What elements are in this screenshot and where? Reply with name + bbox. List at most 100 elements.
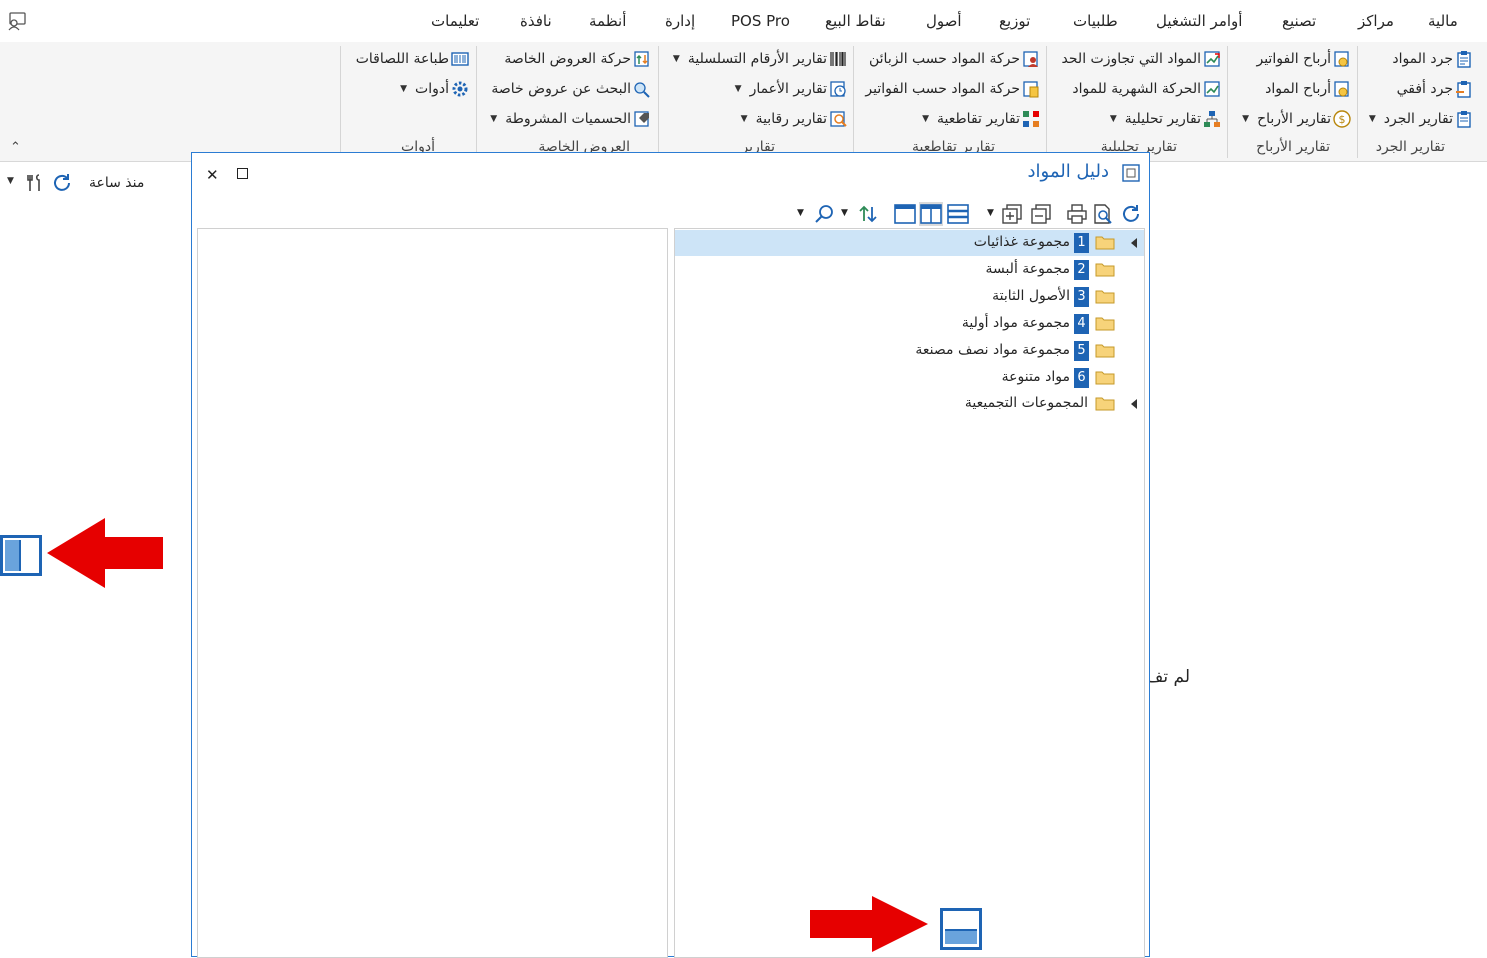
layout-single-icon[interactable]: [893, 202, 917, 226]
menu-help[interactable]: تعليمات: [431, 12, 479, 30]
group-divider: [853, 46, 854, 158]
chevron-down-icon[interactable]: ▼: [841, 208, 848, 218]
serial-reports-label: تقارير الأرقام التسلسلية: [687, 51, 827, 67]
detail-pane[interactable]: [197, 228, 668, 958]
red-arrow-right: [810, 896, 928, 952]
search-offers-icon: [633, 80, 651, 98]
movement-by-customers-label: حركة المواد حسب الزبائن: [869, 51, 1020, 67]
special-offers-movement-label: حركة العروض الخاصة: [504, 51, 631, 67]
print-icon[interactable]: [1065, 202, 1089, 226]
feedback-icon[interactable]: [7, 11, 27, 31]
chevron-down-icon[interactable]: ▼: [797, 208, 804, 218]
tree-row[interactable]: 3 الأصول الثابتة: [675, 284, 1144, 310]
print-preview-icon[interactable]: [1091, 202, 1115, 226]
special-offers-movement-button[interactable]: حركة العروض الخاصة: [504, 48, 651, 70]
menu-assets[interactable]: أصول: [926, 12, 962, 30]
menu-pos-pro[interactable]: POS Pro: [731, 12, 790, 30]
refresh-icon[interactable]: [51, 172, 73, 194]
tree-row[interactable]: 5 مجموعة مواد نصف مصنعة: [675, 338, 1144, 364]
caret-icon[interactable]: [1131, 399, 1137, 409]
dollar-icon: $: [1333, 110, 1351, 128]
group-divider: [340, 46, 341, 158]
chart-icon: [1203, 80, 1221, 98]
chevron-down-icon[interactable]: ▼: [987, 208, 994, 218]
menu-window[interactable]: نافذة: [520, 12, 552, 30]
horizontal-inventory-button[interactable]: جرد أفقي: [1397, 78, 1473, 100]
tree-row[interactable]: 1 مجموعة غذائيات: [675, 230, 1144, 256]
inventory-materials-button[interactable]: جرد المواد: [1392, 48, 1473, 70]
search-icon[interactable]: [812, 202, 836, 226]
tree-item-label: مجموعة غذائيات: [973, 234, 1070, 250]
folder-icon: [1095, 235, 1115, 250]
sort-icon[interactable]: [856, 202, 880, 226]
invoice-report-icon: [1022, 80, 1040, 98]
profit-reports-dropdown[interactable]: $ تقارير الأرباح ▼: [1242, 108, 1351, 130]
print-labels-button[interactable]: طباعة اللصاقات: [356, 48, 469, 70]
clipboard-list-icon: [1455, 110, 1473, 128]
menu-distribution[interactable]: توزيع: [999, 12, 1030, 30]
monthly-movement-button[interactable]: الحركة الشهرية للمواد: [1072, 78, 1221, 100]
coin-report-icon: [1333, 80, 1351, 98]
bottom-panel-toggle[interactable]: [940, 908, 982, 950]
cross-reports-dropdown[interactable]: تقارير تقاطعية ▼: [922, 108, 1040, 130]
control-reports-label: تقارير رقابية: [755, 111, 827, 127]
aging-reports-dropdown[interactable]: تقارير الأعمار ▼: [735, 78, 847, 100]
menu-administration[interactable]: إدارة: [665, 12, 695, 30]
layout-split-vertical-icon[interactable]: [919, 202, 943, 226]
tree-row[interactable]: 2 مجموعة ألبسة: [675, 257, 1144, 283]
menu-manufacturing[interactable]: تصنيع: [1282, 12, 1316, 30]
exceeded-limit-button[interactable]: المواد التي تجاوزت الحد: [1062, 48, 1221, 70]
search-special-offers-button[interactable]: البحث عن عروض خاصة: [491, 78, 651, 100]
close-icon[interactable]: ✕: [206, 166, 219, 184]
inventory-reports-dropdown[interactable]: تقارير الجرد ▼: [1369, 108, 1473, 130]
control-reports-dropdown[interactable]: تقارير رقابية ▼: [741, 108, 847, 130]
dropdown-arrow-icon[interactable]: ▼: [7, 176, 14, 186]
chevron-down-icon: ▼: [1368, 114, 1376, 124]
expand-all-icon[interactable]: [1000, 202, 1024, 226]
group-divider: [658, 46, 659, 158]
invoice-profits-button[interactable]: أرباح الفواتير: [1256, 48, 1351, 70]
tools-icon[interactable]: [24, 172, 46, 194]
serial-reports-button[interactable]: تقارير الأرقام التسلسلية ▼: [673, 48, 847, 70]
group-label-profits: تقارير الأرباح: [1256, 139, 1330, 155]
materials-tree[interactable]: 1 مجموعة غذائيات 2 مجموعة ألبسة 3 الأصول…: [674, 228, 1145, 958]
offer-movement-icon: [633, 50, 651, 68]
tree-row[interactable]: 4 مجموعة مواد أولية: [675, 311, 1144, 337]
collapse-ribbon-icon[interactable]: ⌃: [10, 140, 21, 155]
refresh-icon[interactable]: [1119, 202, 1143, 226]
cross-reports-label: تقارير تقاطعية: [937, 111, 1020, 127]
monthly-movement-label: الحركة الشهرية للمواد: [1072, 81, 1201, 97]
tree-row[interactable]: 6 مواد متنوعة: [675, 365, 1144, 391]
menu-centers[interactable]: مراكز: [1358, 12, 1394, 30]
red-arrow-left: [47, 518, 163, 588]
group-number-badge: 2: [1074, 260, 1089, 280]
chevron-down-icon: ▼: [734, 84, 742, 94]
group-number-badge: 4: [1074, 314, 1089, 334]
layout-split-horizontal-icon[interactable]: [946, 202, 970, 226]
collapse-all-icon[interactable]: [1029, 202, 1053, 226]
menu-pos[interactable]: نقاط البيع: [825, 12, 886, 30]
tree-row[interactable]: المجموعات التجميعية: [675, 391, 1144, 417]
analytic-reports-dropdown[interactable]: تقارير تحليلية ▼: [1110, 108, 1221, 130]
group-number-badge: 6: [1074, 368, 1089, 388]
menu-orders[interactable]: طلبيات: [1073, 12, 1118, 30]
menu-finance[interactable]: مالية: [1428, 12, 1458, 30]
material-profits-button[interactable]: أرباح المواد: [1265, 78, 1351, 100]
barcode-icon: [829, 50, 847, 68]
horizontal-inventory-label: جرد أفقي: [1396, 81, 1453, 97]
svg-text:$: $: [1339, 113, 1346, 126]
menu-systems[interactable]: أنظمة: [589, 12, 626, 30]
dock-panel-toggle[interactable]: [0, 535, 42, 576]
caret-icon[interactable]: [1131, 238, 1137, 248]
conditional-discounts-dropdown[interactable]: الحسميات المشروطة ▼: [490, 108, 651, 130]
tree-item-label: الأصول الثابتة: [992, 288, 1070, 304]
print-labels-label: طباعة اللصاقات: [355, 51, 449, 67]
tools-dropdown[interactable]: أدوات ▼: [400, 78, 469, 100]
tree-item-label: المجموعات التجميعية: [964, 395, 1088, 411]
maximize-icon[interactable]: [237, 168, 248, 179]
dialog-icon: [1122, 164, 1140, 182]
movement-by-customers-button[interactable]: حركة المواد حسب الزبائن: [869, 48, 1040, 70]
movement-by-invoices-button[interactable]: حركة المواد حسب الفواتير: [865, 78, 1040, 100]
materials-guide-dialog: ✕ دليل المواد ▼ ▼ ▼ 1 مجموعة غذائيات 2 م…: [191, 152, 1150, 958]
menu-work-orders[interactable]: أوامر التشغيل: [1156, 12, 1242, 30]
